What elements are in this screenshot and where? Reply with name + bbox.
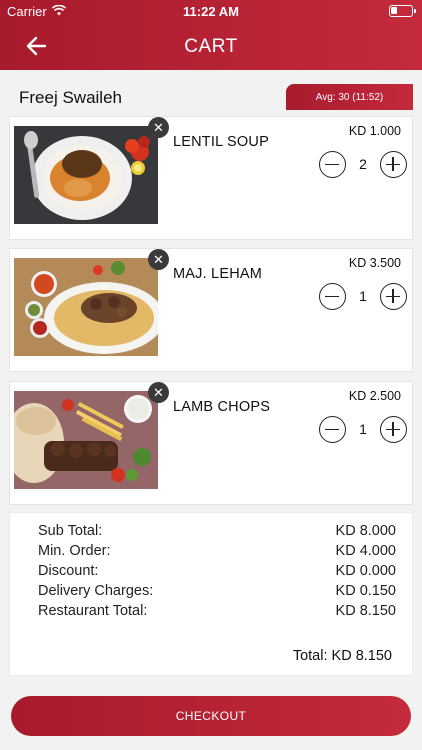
lamb-chops-photo xyxy=(14,391,158,489)
avg-time-badge: Avg: 30 (11:52) xyxy=(286,84,413,110)
discount-value: KD 0.000 xyxy=(335,563,396,579)
close-icon: ✕ xyxy=(153,119,164,135)
delivery-charges-value: KD 0.150 xyxy=(335,583,396,599)
app-header: Carrier 11:22 AM CART xyxy=(0,0,422,70)
discount-label: Discount: xyxy=(38,563,99,579)
restaurant-total-label: Restaurant Total: xyxy=(38,603,148,619)
decrease-quantity-button[interactable] xyxy=(319,416,346,443)
item-price: KD 2.500 xyxy=(348,389,401,403)
order-summary: Sub Total: KD 8.000 Min. Order: KD 4.000… xyxy=(9,512,413,676)
increase-quantity-button[interactable] xyxy=(380,283,407,310)
subtotal-label: Sub Total: xyxy=(38,523,103,539)
decrease-quantity-button[interactable] xyxy=(319,151,346,178)
remove-item-button[interactable]: ✕ xyxy=(148,382,169,403)
majboos-laham-photo xyxy=(14,258,158,356)
restaurant-total-value: KD 8.150 xyxy=(335,603,396,619)
close-icon: ✕ xyxy=(153,251,164,267)
increase-quantity-button[interactable] xyxy=(380,151,407,178)
item-quantity: 1 xyxy=(359,288,367,304)
grand-total: Total: KD 8.150 xyxy=(292,648,392,664)
item-name: MAJ. LEHAM xyxy=(173,266,263,282)
restaurant-total-row: Restaurant Total: KD 8.150 xyxy=(38,603,396,623)
min-order-row: Min. Order: KD 4.000 xyxy=(38,543,396,563)
item-quantity: 2 xyxy=(359,156,367,172)
cart-item-card: ✕ LAMB CHOPS KD 2.500 1 xyxy=(9,381,413,505)
item-price: KD 3.500 xyxy=(348,256,401,270)
discount-row: Discount: KD 0.000 xyxy=(38,563,396,583)
cart-item-card: ✕ MAJ. LEHAM KD 3.500 1 xyxy=(9,248,413,372)
lentil-soup-photo xyxy=(14,126,158,224)
item-name: LAMB CHOPS xyxy=(173,399,271,415)
item-name: LENTIL SOUP xyxy=(173,134,269,150)
clock: 11:22 AM xyxy=(183,4,239,19)
min-order-value: KD 4.000 xyxy=(335,543,396,559)
decrease-quantity-button[interactable] xyxy=(319,283,346,310)
cart-item-card: ✕ LENTIL SOUP KD 1.000 2 xyxy=(9,116,413,240)
subtotal-row: Sub Total: KD 8.000 xyxy=(38,523,396,543)
min-order-label: Min. Order: xyxy=(38,543,111,559)
remove-item-button[interactable]: ✕ xyxy=(148,117,169,138)
checkout-button[interactable]: CHECKOUT xyxy=(11,696,411,736)
delivery-charges-row: Delivery Charges: KD 0.150 xyxy=(38,583,396,603)
page-title: CART xyxy=(184,36,238,57)
close-icon: ✕ xyxy=(153,384,164,400)
remove-item-button[interactable]: ✕ xyxy=(148,249,169,270)
delivery-charges-label: Delivery Charges: xyxy=(38,583,154,599)
item-quantity: 1 xyxy=(359,421,367,437)
increase-quantity-button[interactable] xyxy=(380,416,407,443)
restaurant-name: Freej Swaileh xyxy=(19,88,122,107)
status-bar: Carrier 11:22 AM xyxy=(0,0,422,22)
battery-icon xyxy=(389,5,416,17)
subtotal-value: KD 8.000 xyxy=(335,523,396,539)
item-price: KD 1.000 xyxy=(348,124,401,138)
